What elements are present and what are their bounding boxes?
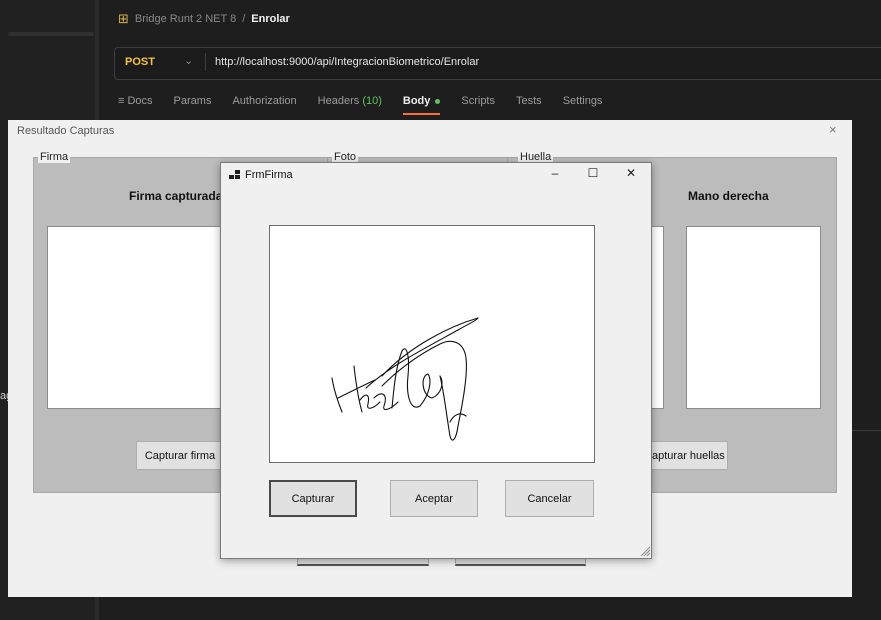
cancelar-button[interactable]: Cancelar — [505, 480, 594, 517]
huella-heading: Mano derecha — [688, 189, 769, 203]
tab-body[interactable]: Body — [402, 95, 441, 115]
firma-image-box — [47, 226, 229, 409]
breadcrumb: ⊞ Bridge Runt 2 NET 8 / Enrolar — [118, 11, 290, 27]
signature-stroke — [331, 317, 479, 441]
capturar-button[interactable]: Capturar — [269, 480, 357, 517]
tab-docs-label: Docs — [127, 95, 153, 107]
close-icon[interactable]: × — [829, 122, 837, 137]
window-title: Resultado Capturas — [17, 125, 115, 137]
panel-divider — [852, 430, 881, 431]
method-select[interactable]: POST — [125, 56, 155, 68]
dialog-title: FrmFirma — [245, 169, 293, 181]
aceptar-button[interactable]: Aceptar — [390, 480, 478, 517]
headers-count-badge: (10) — [362, 95, 382, 107]
minimize-icon[interactable]: – — [545, 166, 565, 180]
http-request-icon: ⊞ — [118, 11, 129, 26]
mano-derecha-box — [686, 226, 821, 409]
tab-settings[interactable]: Settings — [563, 95, 603, 107]
breadcrumb-request[interactable]: Enrolar — [251, 13, 290, 25]
tab-tests[interactable]: Tests — [516, 95, 542, 107]
body-status-dot — [435, 98, 441, 104]
url-divider — [205, 53, 206, 71]
request-tabs: ≡ Docs Params Authorization Headers (10)… — [118, 95, 603, 115]
capturar-firma-button[interactable]: Capturar firma — [136, 441, 224, 470]
url-input[interactable]: http://localhost:9000/api/IntegracionBio… — [215, 56, 479, 68]
tab-body-label: Body — [402, 95, 431, 107]
signature-pad[interactable] — [269, 225, 595, 463]
tab-headers[interactable]: Headers (10) — [318, 95, 382, 107]
tab-docs[interactable]: ≡ Docs — [118, 95, 153, 107]
tab-headers-label: Headers — [317, 95, 360, 107]
chevron-down-icon[interactable]: ⌄ — [184, 54, 193, 67]
maximize-icon[interactable]: ☐ — [583, 166, 603, 180]
sidebar-divider — [8, 32, 94, 36]
firma-heading: Firma capturada — [129, 189, 223, 203]
close-icon[interactable]: ✕ — [621, 166, 641, 180]
tab-params[interactable]: Params — [174, 95, 212, 107]
tab-authorization[interactable]: Authorization — [232, 95, 296, 107]
resize-grip-icon[interactable] — [640, 546, 651, 557]
firma-group-label: Firma — [38, 151, 71, 163]
capturar-huellas-button[interactable]: apturar huellas — [640, 441, 728, 470]
tab-scripts[interactable]: Scripts — [461, 95, 495, 107]
app-window-icon — [229, 170, 240, 180]
breadcrumb-separator: / — [242, 13, 246, 25]
breadcrumb-collection[interactable]: Bridge Runt 2 NET 8 — [135, 13, 236, 25]
